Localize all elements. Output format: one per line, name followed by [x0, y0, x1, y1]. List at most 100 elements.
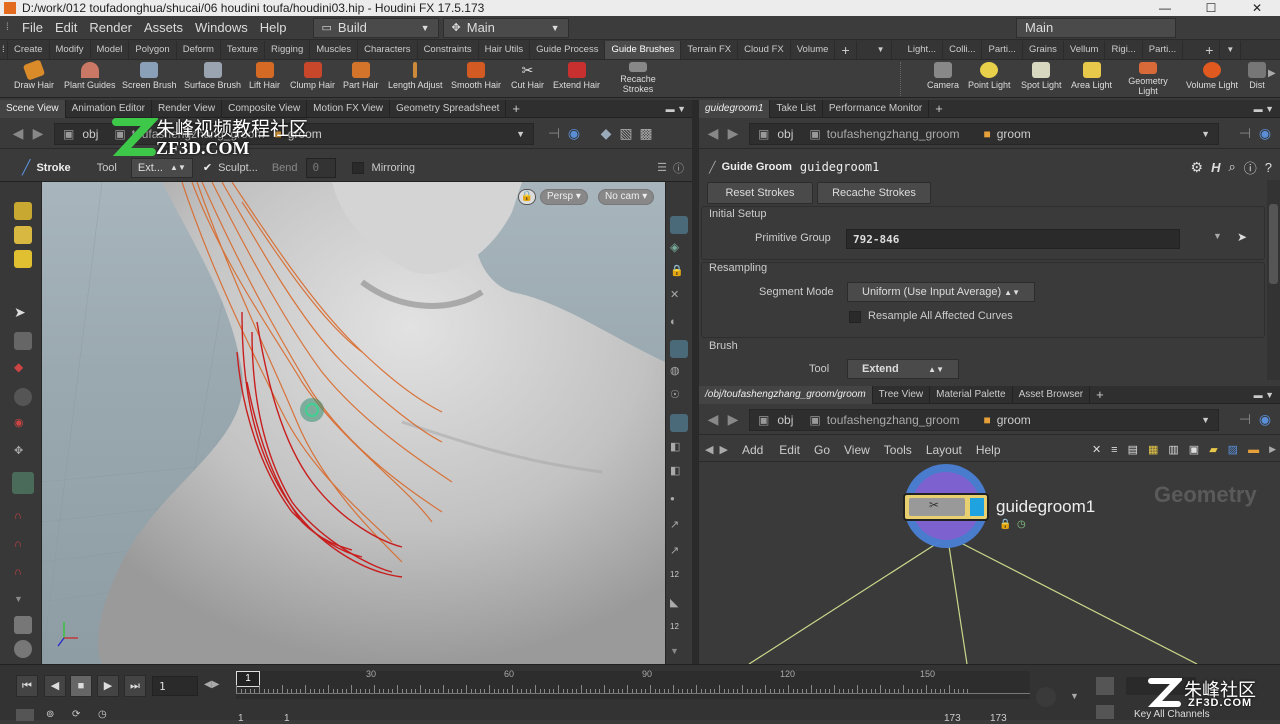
net-menu-help[interactable]: Help: [976, 443, 1001, 457]
move-icon[interactable]: ✥: [14, 444, 32, 462]
net-menu-tools[interactable]: Tools: [884, 443, 912, 457]
shelf-tab-terrain-fx[interactable]: Terrain FX: [681, 40, 739, 59]
magnet-icon[interactable]: ∩: [14, 510, 32, 528]
tool-clump-hair[interactable]: Clump Hair: [290, 62, 335, 90]
shelf-tab-deform[interactable]: Deform: [177, 40, 221, 59]
jump-end-button[interactable]: ⏭: [124, 675, 146, 697]
tool-surface-brush[interactable]: Surface Brush: [184, 62, 241, 90]
add-tab-icon[interactable]: +: [929, 100, 949, 118]
lock-camera-icon[interactable]: 🔒: [518, 189, 536, 205]
gear-icon[interactable]: ⚙: [1191, 159, 1204, 176]
net-menu-edit[interactable]: Edit: [779, 443, 800, 457]
prim-numbers-icon[interactable]: 12: [670, 622, 688, 640]
tool-part-hair[interactable]: Part Hair: [343, 62, 379, 90]
scene-viewport[interactable]: 🔒 Persp ▾ No cam ▾: [42, 182, 665, 664]
search-icon[interactable]: ⌕: [1228, 159, 1235, 175]
key-menu-icon[interactable]: ▼: [1070, 691, 1079, 701]
camera-menu[interactable]: No cam ▾: [598, 189, 655, 205]
forward-arrow-icon[interactable]: ▶: [28, 125, 48, 142]
rotate-icon[interactable]: [14, 388, 32, 406]
desktop-select[interactable]: ▭ Build ▼: [312, 17, 439, 38]
select-arrow-icon[interactable]: ➤: [1237, 230, 1247, 244]
snap-view-icon[interactable]: ✕: [670, 288, 688, 306]
shelf-tab-guide-process[interactable]: Guide Process: [530, 40, 606, 59]
menu-edit[interactable]: Edit: [49, 20, 83, 35]
tool-smooth-hair[interactable]: Smooth Hair: [451, 62, 501, 90]
handle-icon[interactable]: ◆: [14, 360, 32, 378]
image-icon[interactable]: ▨: [1228, 443, 1238, 456]
back-arrow-icon[interactable]: ◀: [703, 411, 723, 428]
range-start2-field[interactable]: 1: [284, 713, 290, 724]
tool-lift-hair[interactable]: Lift Hair: [249, 62, 280, 90]
help-icon[interactable]: ⓘ: [673, 160, 684, 176]
tab-motion-fx-view[interactable]: Motion FX View: [307, 99, 391, 118]
link-icon[interactable]: ◉: [1255, 411, 1275, 428]
tool-camera[interactable]: Camera: [927, 62, 959, 90]
bulb-icon[interactable]: ◍: [670, 364, 688, 382]
resample-all-checkbox[interactable]: [849, 311, 861, 323]
link-icon[interactable]: ◉: [564, 125, 584, 142]
tool-draw-hair[interactable]: Draw Hair: [14, 59, 54, 90]
right-shelf-tab-vellum[interactable]: Vellum: [1064, 40, 1106, 59]
tool-length-adjust[interactable]: Length Adjust: [388, 62, 443, 90]
tool-plant-guides[interactable]: Plant Guides: [64, 62, 116, 90]
pane-menu-icon[interactable]: ▬ ▼: [1254, 104, 1274, 114]
light-tool-icon[interactable]: [14, 640, 32, 658]
tab-take-list[interactable]: Take List: [770, 99, 823, 118]
network-box-icon[interactable]: ▬: [1248, 444, 1259, 456]
snap-grid-icon[interactable]: ∩: [14, 566, 32, 584]
texture-icon[interactable]: ◧: [670, 440, 688, 458]
scroll-right-icon[interactable]: ▶: [1269, 444, 1276, 455]
table-icon[interactable]: ▥: [1168, 443, 1178, 456]
primitive-group-field[interactable]: 792-846: [846, 229, 1180, 249]
forward-arrow-icon[interactable]: ▶: [723, 411, 743, 428]
particles-icon[interactable]: ◧: [670, 464, 688, 482]
shelf-tab-muscles[interactable]: Muscles: [310, 40, 359, 59]
step-frame-icon[interactable]: ◀▶: [204, 679, 219, 690]
realtime-icon[interactable]: ◷: [98, 709, 116, 721]
pin-icon[interactable]: ⊣: [544, 125, 564, 142]
help-icon[interactable]: ?: [1265, 160, 1272, 175]
select-prims-icon[interactable]: [14, 250, 32, 268]
menu-file[interactable]: File: [16, 20, 49, 35]
pin-icon[interactable]: ⊣: [1235, 411, 1255, 428]
context-select[interactable]: ✥ Main ▼: [442, 17, 569, 38]
sticky-note-icon[interactable]: ▰: [1209, 443, 1217, 456]
forward-arrow-icon[interactable]: ▶: [719, 443, 727, 456]
channel-icon[interactable]: [1096, 677, 1114, 695]
param-scrollbar[interactable]: [1267, 180, 1280, 380]
key-icon[interactable]: [1036, 687, 1056, 707]
add-shelf-tab-icon[interactable]: +: [835, 40, 857, 59]
current-frame-field[interactable]: 1: [152, 676, 198, 696]
net-menu-add[interactable]: Add: [742, 443, 763, 457]
info-icon[interactable]: ⓘ: [1244, 158, 1257, 177]
net-menu-layout[interactable]: Layout: [926, 443, 962, 457]
tab-performance-monitor[interactable]: Performance Monitor: [823, 99, 930, 118]
recache-strokes-button[interactable]: Recache Strokes: [817, 182, 931, 204]
wrench-icon[interactable]: ✕: [1092, 443, 1101, 456]
chevron-down-icon[interactable]: ▼: [1213, 231, 1222, 241]
display-flag[interactable]: [970, 498, 984, 516]
scale-icon[interactable]: ◉: [14, 416, 32, 434]
range-end2-field[interactable]: 173: [990, 713, 1007, 724]
select-points-icon[interactable]: [14, 226, 32, 244]
link-icon[interactable]: ◉: [1255, 125, 1275, 142]
tab-geometry-spreadsheet[interactable]: Geometry Spreadsheet: [390, 99, 507, 118]
tool-spot-light[interactable]: Spot Light: [1021, 62, 1062, 90]
back-arrow-icon[interactable]: ◀: [705, 443, 713, 456]
pointer-icon[interactable]: ➤: [14, 304, 32, 322]
pin-icon[interactable]: ⊣: [1235, 125, 1255, 142]
mirroring-checkbox[interactable]: [351, 161, 364, 174]
key-all-channels-button[interactable]: Key All Channels: [1134, 709, 1210, 720]
loop-icon[interactable]: ⟳: [72, 709, 90, 721]
jump-start-button[interactable]: ⏮: [16, 675, 38, 697]
tool-geometry-light[interactable]: Geometry Light: [1126, 62, 1170, 96]
maximize-button[interactable]: ☐: [1188, 1, 1234, 15]
tool-extend-hair[interactable]: Extend Hair: [553, 62, 600, 90]
snap-icon[interactable]: ∩: [14, 538, 32, 556]
node-name-field[interactable]: guidegroom1: [800, 160, 879, 174]
right-shelf-tab-collisions[interactable]: Colli...: [943, 40, 983, 59]
tab-network-path[interactable]: /obj/toufashengzhang_groom/groom: [699, 385, 873, 404]
ghost-icon[interactable]: ◐: [670, 316, 688, 334]
hda-icon[interactable]: H: [1211, 160, 1220, 175]
